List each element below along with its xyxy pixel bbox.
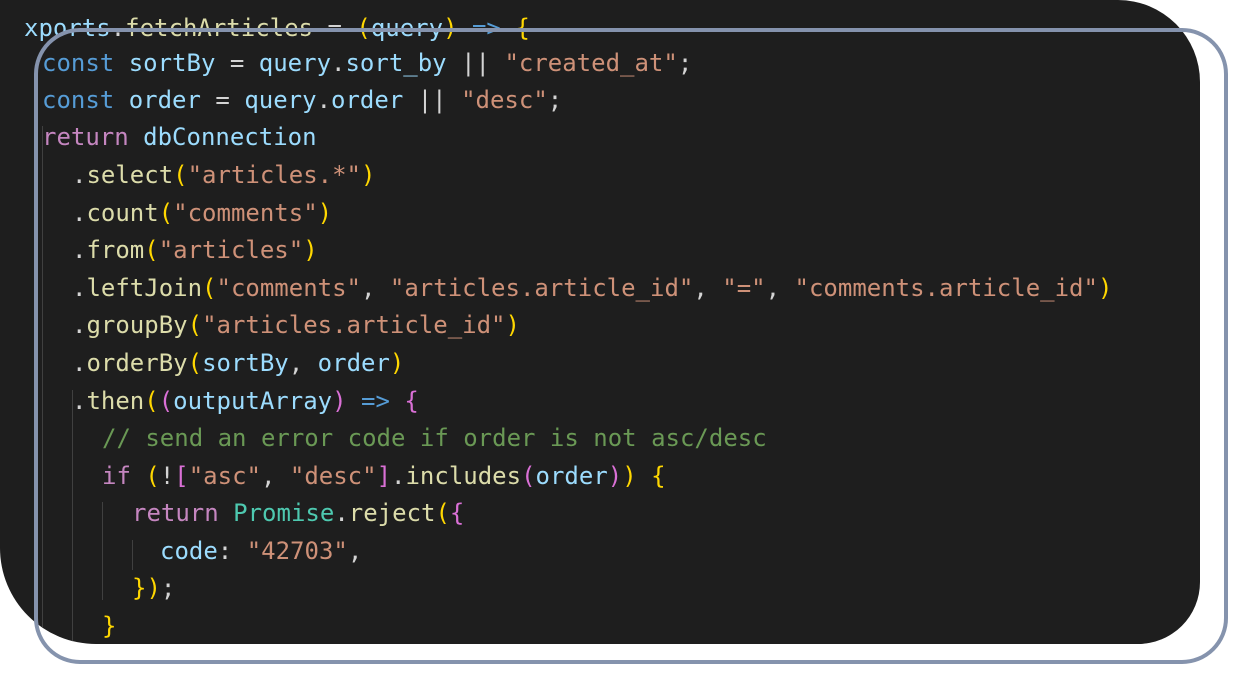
code-line: .from("articles")	[72, 236, 318, 264]
code-editor-panel: xports.fetchArticles = (query) => { const…	[0, 0, 1200, 644]
indent-guide	[102, 502, 103, 600]
code-line: // send an error code if order is not as…	[102, 424, 767, 452]
code-line: xports.fetchArticles = (query) => {	[24, 14, 530, 42]
indent-guide	[132, 540, 133, 570]
code-line: .select("articles.*")	[72, 161, 376, 189]
code-line: if (!["asc", "desc"].includes(order)) {	[102, 462, 666, 490]
code-line: .leftJoin("comments", "articles.article_…	[72, 274, 1113, 302]
code-line: .groupBy("articles.article_id")	[72, 311, 520, 339]
indent-guide	[72, 390, 73, 644]
code-line: code: "42703",	[160, 537, 363, 565]
code-line: .count("comments")	[72, 199, 333, 227]
code-line: return dbConnection	[42, 123, 317, 151]
code-line: const sortBy = query.sort_by || "created…	[42, 49, 693, 77]
code-line: const order = query.order || "desc";	[42, 86, 563, 114]
code-line: });	[132, 574, 176, 602]
code-line: }	[102, 612, 117, 640]
code-line: .orderBy(sortBy, order)	[72, 349, 405, 377]
screenshot-stage: xports.fetchArticles = (query) => { const…	[0, 0, 1238, 678]
code-line: .then((outputArray) => {	[72, 387, 419, 415]
indent-guide	[42, 126, 43, 644]
code-area: xports.fetchArticles = (query) => { const…	[0, 0, 1200, 644]
code-line: return Promise.reject({	[132, 499, 465, 527]
